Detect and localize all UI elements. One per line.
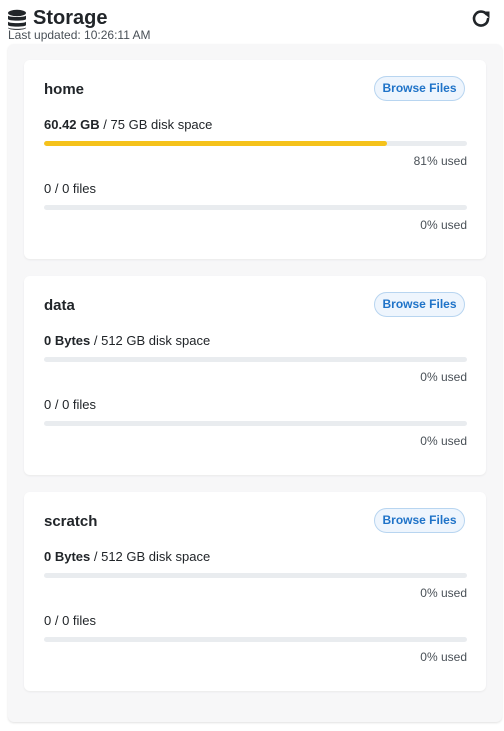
disk-capacity: / 512 GB disk space [93, 549, 211, 564]
browse-files-button[interactable]: Browse Files [374, 508, 465, 533]
disk-usage-text: 60.42 GB / 75 GB disk space [44, 117, 212, 132]
files-usage-percent: 0% used [420, 650, 467, 664]
disk-usage-bar [44, 357, 467, 362]
disk-usage-percent: 81% used [413, 154, 467, 168]
storage-panel: home Browse Files 60.42 GB / 75 GB disk … [8, 44, 502, 722]
files-usage-percent: 0% used [420, 218, 467, 232]
files-count-text: 0 / 0 files [44, 397, 97, 412]
disk-used-value: 0 Bytes [44, 333, 91, 348]
volume-card-data: data Browse Files 0 Bytes / 512 GB disk … [24, 276, 486, 475]
disk-capacity: / 512 GB disk space [93, 333, 211, 348]
disk-usage-percent: 0% used [420, 586, 467, 600]
disk-usage-text: 0 Bytes / 512 GB disk space [44, 549, 210, 564]
volume-name: scratch [44, 513, 98, 530]
disk-capacity: / 75 GB disk space [103, 117, 213, 132]
disk-usage-bar [44, 141, 467, 146]
volume-name: data [44, 297, 75, 314]
files-usage-bar [44, 421, 467, 426]
volume-card-home: home Browse Files 60.42 GB / 75 GB disk … [24, 60, 486, 259]
files-count-text: 0 / 0 files [44, 613, 97, 628]
files-usage-bar [44, 205, 467, 210]
refresh-icon[interactable] [471, 9, 491, 29]
page-title: Storage [33, 7, 108, 29]
disk-usage-fill [44, 141, 387, 146]
disk-usage-bar [44, 573, 467, 578]
files-usage-percent: 0% used [420, 434, 467, 448]
browse-files-button[interactable]: Browse Files [374, 76, 465, 101]
disk-usage-percent: 0% used [420, 370, 467, 384]
last-updated-text: Last updated: 10:26:11 AM [8, 28, 151, 42]
volume-name: home [44, 81, 85, 98]
files-count-text: 0 / 0 files [44, 181, 97, 196]
files-usage-bar [44, 637, 467, 642]
browse-files-button[interactable]: Browse Files [374, 292, 465, 317]
disk-used-value: 60.42 GB [44, 117, 100, 132]
disk-usage-text: 0 Bytes / 512 GB disk space [44, 333, 210, 348]
page-header: Storage Last updated: 10:26:11 AM [0, 0, 504, 44]
volume-card-scratch: scratch Browse Files 0 Bytes / 512 GB di… [24, 492, 486, 691]
disk-used-value: 0 Bytes [44, 549, 91, 564]
